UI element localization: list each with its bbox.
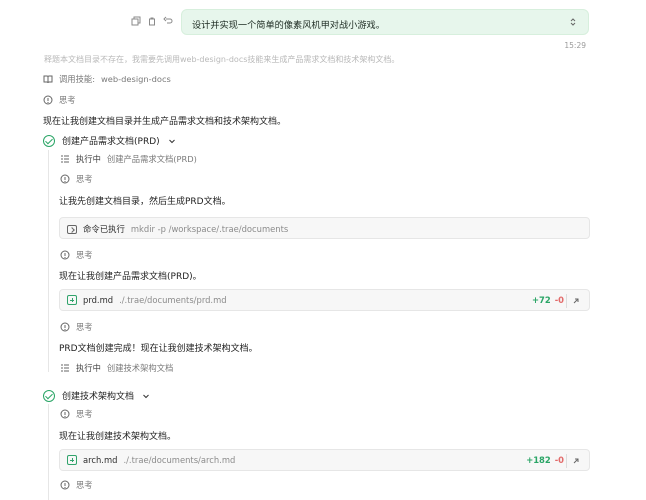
thinking-icon <box>60 250 70 260</box>
undo-icon[interactable] <box>162 15 174 27</box>
thinking-line: 思考 <box>60 408 93 420</box>
thinking-line: 思考 <box>60 173 93 185</box>
thinking-line: 思考 <box>60 249 93 261</box>
thinking-label: 思考 <box>76 250 93 260</box>
previous-faded-text: 释题本文档目录不存在，我需要先调用web-design-docs技能来生成产品需… <box>44 55 400 64</box>
terminal-icon <box>67 224 77 234</box>
step-text: 现在让我创建产品需求文档(PRD)。 <box>59 272 202 282</box>
check-icon <box>43 134 55 147</box>
thinking-icon <box>60 322 70 332</box>
command-left: 命令已执行 mkdir -p /workspace/.trae/document… <box>67 223 288 235</box>
intro-text: 现在让我创建文档目录并生成产品需求文档和技术架构文档。 <box>43 117 287 127</box>
list-icon <box>60 154 70 164</box>
diff-add: +72 <box>532 295 551 305</box>
message-time: 15:29 <box>564 41 586 50</box>
file-card[interactable]: prd.md ./.trae/documents/prd.md +72 -0 <box>59 289 590 311</box>
skill-label: 调用技能: <box>59 74 95 84</box>
thinking-label: 思考 <box>76 174 93 184</box>
diff-stats: +72 -0 <box>532 295 564 305</box>
task-connector-line <box>48 150 49 372</box>
task-title-text: 创建技术架构文档 <box>62 392 135 402</box>
command-value: mkdir -p /workspace/.trae/documents <box>130 224 289 234</box>
thinking-label: 思考 <box>76 480 93 490</box>
skill-name: web-design-docs <box>100 74 171 84</box>
file-path: ./.trae/documents/prd.md <box>119 295 227 305</box>
running-line: 执行中 创建产品需求文档(PRD) <box>60 153 197 165</box>
command-card[interactable]: 命令已执行 mkdir -p /workspace/.trae/document… <box>59 217 590 239</box>
thinking-label: 思考 <box>59 95 76 105</box>
open-external-icon[interactable] <box>571 296 581 306</box>
check-icon <box>43 389 55 402</box>
expand-chevron-icon[interactable] <box>568 17 578 27</box>
running-label: 执行中 <box>76 154 101 164</box>
diff-add: +182 <box>526 455 551 465</box>
step-text: 现在让我创建技术架构文档。 <box>59 432 177 442</box>
task-connector-line <box>48 404 49 500</box>
file-path: ./.trae/documents/arch.md <box>123 455 236 465</box>
running-detail: 创建技术架构文档 <box>106 363 174 373</box>
file-name: arch.md <box>83 455 118 465</box>
list-icon <box>60 363 70 373</box>
book-icon <box>43 74 53 84</box>
file-add-icon <box>67 295 77 305</box>
card-divider <box>566 454 567 468</box>
thinking-icon <box>60 409 70 419</box>
thinking-line: 思考 <box>43 94 76 106</box>
file-name: prd.md <box>83 295 114 305</box>
file-card[interactable]: arch.md ./.trae/documents/arch.md +182 -… <box>59 449 590 471</box>
trash-icon[interactable] <box>146 15 158 27</box>
thinking-line: 思考 <box>60 321 93 333</box>
user-message-bubble: 设计并实现一个简单的像素风机甲对战小游戏。 <box>181 9 589 35</box>
task-title-2[interactable]: 创建技术架构文档 <box>43 389 151 402</box>
copy-icon[interactable] <box>130 15 142 27</box>
task-title-1[interactable]: 创建产品需求文档(PRD) <box>43 134 177 147</box>
card-divider <box>566 294 567 308</box>
diff-del: -0 <box>554 455 564 465</box>
command-label: 命令已执行 <box>83 224 125 234</box>
step-text: PRD文档创建完成！现在让我创建技术架构文档。 <box>59 344 258 354</box>
file-left: arch.md ./.trae/documents/arch.md <box>67 455 235 465</box>
chevron-down-icon[interactable] <box>167 136 177 146</box>
user-message-text: 设计并实现一个简单的像素风机甲对战小游戏。 <box>192 20 385 31</box>
thinking-line: 思考 <box>60 479 93 491</box>
thinking-label: 思考 <box>76 322 93 332</box>
file-left: prd.md ./.trae/documents/prd.md <box>67 295 227 305</box>
open-external-icon[interactable] <box>571 456 581 466</box>
thinking-label: 思考 <box>76 409 93 419</box>
diff-stats: +182 -0 <box>526 455 564 465</box>
chevron-down-icon[interactable] <box>141 391 151 401</box>
file-add-icon <box>67 455 77 465</box>
thinking-icon <box>60 480 70 490</box>
task-title-text: 创建产品需求文档(PRD) <box>62 137 160 147</box>
skill-line: 调用技能: web-design-docs <box>43 73 171 85</box>
running-line: 执行中 创建技术架构文档 <box>60 362 173 374</box>
running-detail: 创建产品需求文档(PRD) <box>106 154 197 164</box>
thinking-icon <box>60 174 70 184</box>
thinking-icon <box>43 95 53 105</box>
diff-del: -0 <box>554 295 564 305</box>
step-text: 让我先创建文档目录，然后生成PRD文档。 <box>59 197 231 207</box>
running-label: 执行中 <box>76 363 101 373</box>
